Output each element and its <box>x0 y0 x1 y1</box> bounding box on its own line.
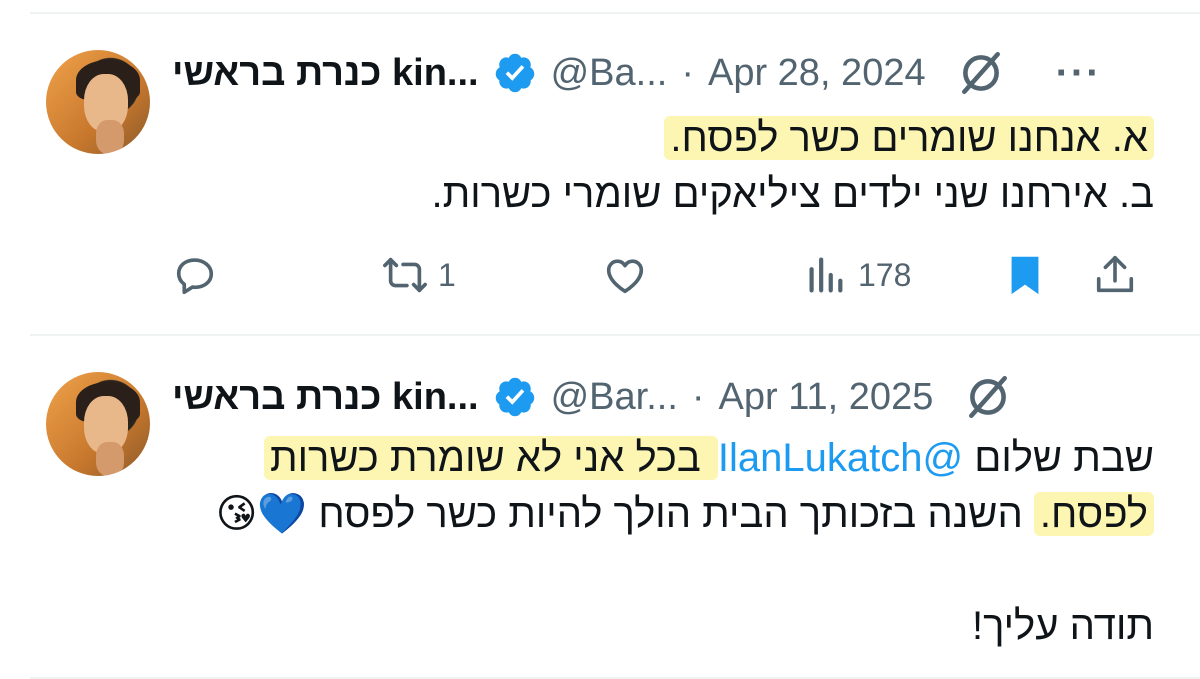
tweet-line: א. אנחנו שומרים כשר לפסח. <box>154 110 1154 166</box>
share-icon <box>1096 255 1134 293</box>
views-count: 178 <box>858 256 912 293</box>
tweet-line: לפסח. השנה בזכותך הבית הולך להיות כשר לפ… <box>154 486 1154 542</box>
like-button[interactable] <box>602 252 802 298</box>
divider <box>30 334 1200 336</box>
tweet-line: שבת שלום @IlanLukatch בכל אני לא שומרת כ… <box>154 430 1154 486</box>
emoji-heart-kiss: 💙😘 <box>215 491 308 537</box>
repost-icon <box>383 257 427 293</box>
reply-icon <box>176 258 214 295</box>
handle[interactable]: @Bar... <box>551 376 678 419</box>
tweet-line: תודה עליך! <box>971 604 1154 648</box>
mention-link[interactable]: @IlanLukatch <box>718 436 963 480</box>
repost-button[interactable]: 1 <box>382 252 602 298</box>
text-segment: השנה בזכותך הבית הולך להיות כשר לפסח <box>307 492 1034 536</box>
repost-count: 1 <box>438 256 456 293</box>
text-segment: שבת שלום <box>963 436 1154 480</box>
bookmark-button[interactable] <box>1002 252 1092 298</box>
tweet-line: ב. אירחנו שני ילדים ציליאקים שומרי כשרות… <box>431 172 1154 216</box>
reply-button[interactable] <box>172 252 332 298</box>
tweet-text: א. אנחנו שומרים כשר לפסח. ב. אירחנו שני … <box>154 110 1154 222</box>
highlighted-text: לפסח. <box>1033 492 1154 536</box>
handle[interactable]: @Ba... <box>551 52 668 95</box>
display-name[interactable]: כנרת בראשי kin... <box>172 52 479 95</box>
avatar[interactable] <box>46 372 150 476</box>
display-name[interactable]: כנרת בראשי kin... <box>172 376 479 419</box>
separator-dot: · <box>681 51 694 94</box>
separator-dot: · <box>691 375 705 418</box>
tweet-actions: 1 178 <box>172 250 1152 300</box>
highlighted-text: א. אנחנו שומרים כשר לפסח. <box>664 116 1154 160</box>
divider <box>30 12 1200 14</box>
tweet-text: שבת שלום @IlanLukatch בכל אני לא שומרת כ… <box>154 430 1154 654</box>
tweet-header: כנרת בראשי kin... @Ba... · Apr 28, 2024 … <box>172 48 1172 98</box>
views-button[interactable]: 178 <box>802 252 1002 298</box>
grok-icon[interactable] <box>956 48 1006 98</box>
grok-icon[interactable] <box>963 372 1013 422</box>
views-icon <box>809 257 843 293</box>
verified-badge-icon <box>495 53 534 93</box>
highlighted-text: בכל אני לא שומרת כשרות <box>263 436 718 480</box>
more-options-icon[interactable]: ··· <box>1056 51 1102 96</box>
heart-icon <box>606 259 644 294</box>
share-button[interactable] <box>1092 252 1152 298</box>
verified-badge-icon <box>495 377 534 417</box>
tweet-date[interactable]: Apr 11, 2025 <box>719 376 934 419</box>
bookmark-filled-icon <box>1011 256 1039 295</box>
tweet-thread-screenshot: כנרת בראשי kin... @Ba... · Apr 28, 2024 … <box>0 0 1200 679</box>
tweet-header: כנרת בראשי kin... @Bar... · Apr 11, 2025 <box>172 372 1172 422</box>
avatar[interactable] <box>46 50 150 154</box>
tweet-date[interactable]: Apr 28, 2024 <box>708 52 926 95</box>
